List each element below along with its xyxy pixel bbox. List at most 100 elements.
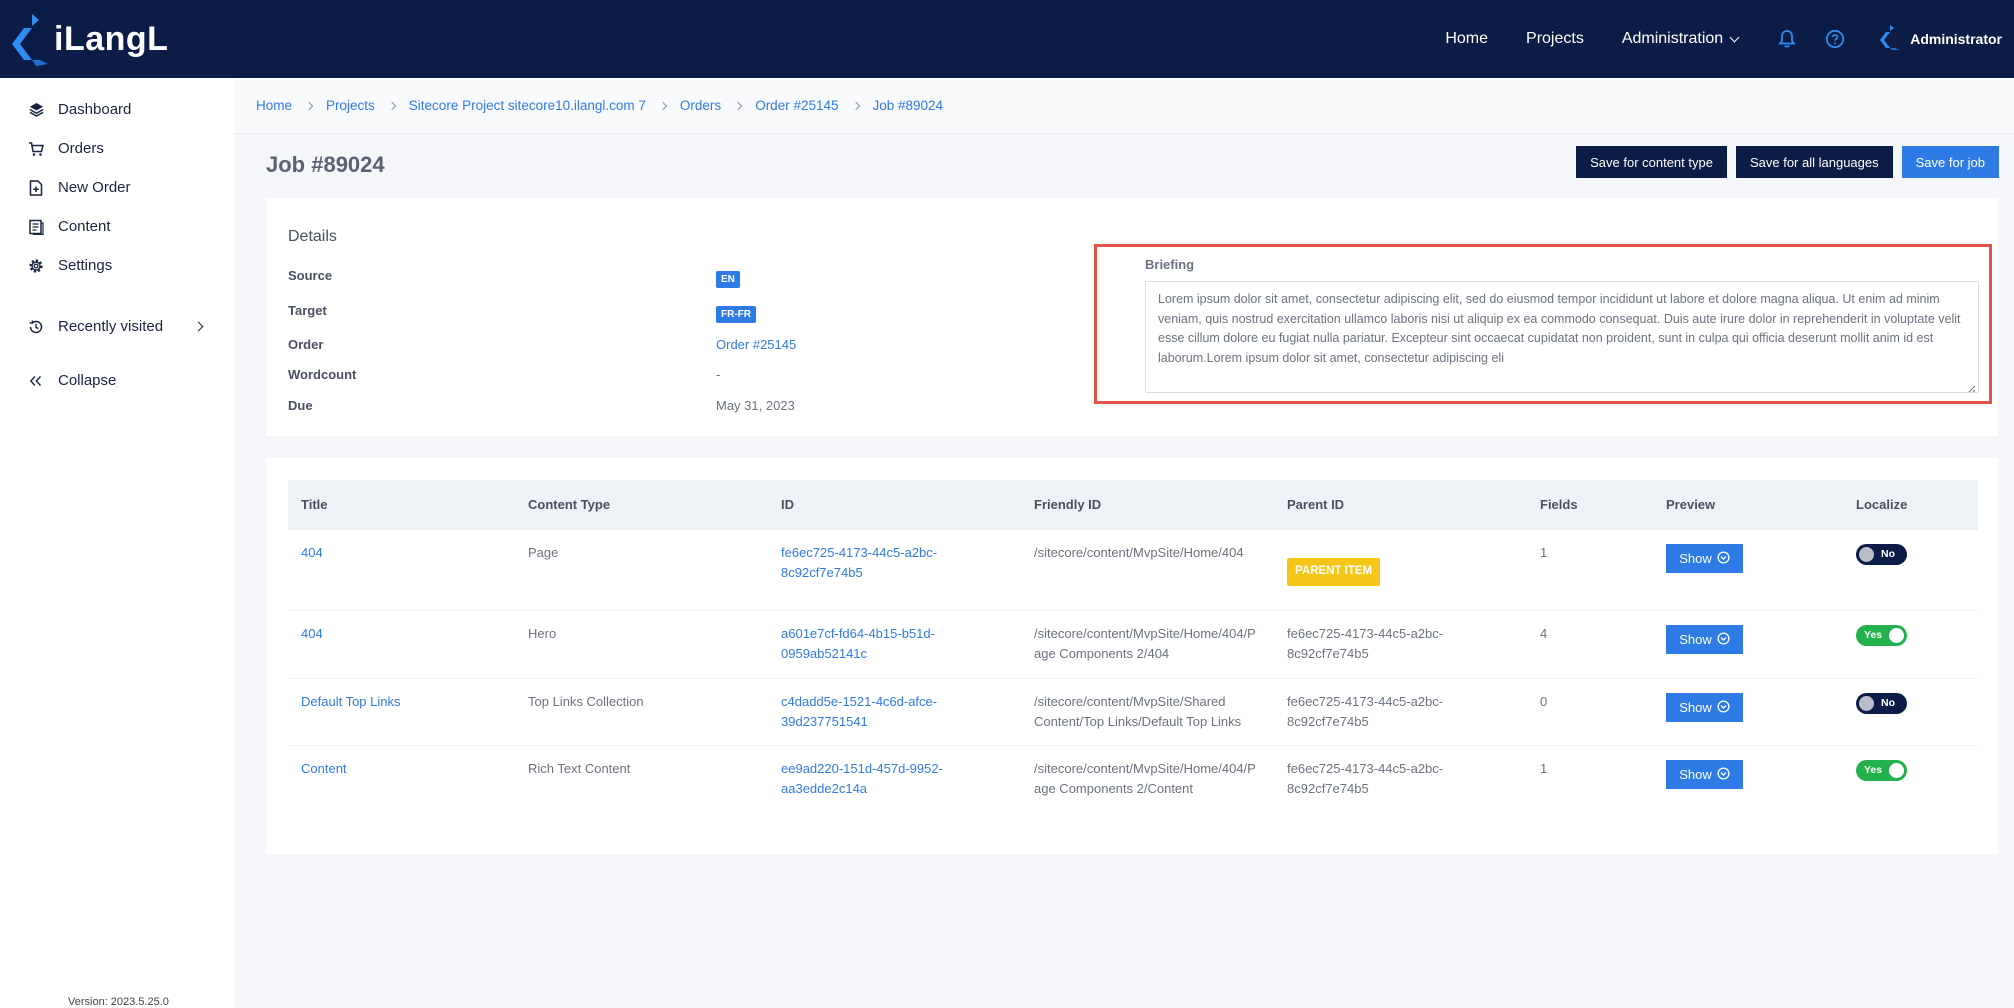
show-preview-button[interactable]: Show [1666, 693, 1743, 722]
due-label: Due [288, 398, 313, 413]
order-link[interactable]: Order #25145 [716, 337, 796, 352]
sidebar-collapse[interactable]: Collapse [0, 361, 234, 400]
row-friendly-id: /sitecore/content/MvpSite/Home/404/P age… [1034, 759, 1256, 798]
row-id-link[interactable]: c4dadd5e-1521-4c6d-afce- 39d237751541 [781, 692, 937, 731]
row-id-line2: aa3edde2c14a [781, 780, 868, 796]
help-icon[interactable] [1824, 28, 1846, 50]
row-title-link[interactable]: 404 [301, 624, 323, 644]
sidebar-item-settings[interactable]: Settings [0, 246, 234, 285]
breadcrumb-project[interactable]: Sitecore Project sitecore10.ilangl.com 7 [409, 98, 646, 113]
header-content-type[interactable]: Content Type [528, 497, 610, 512]
row-title-link[interactable]: 404 [301, 543, 323, 563]
header-friendly-id[interactable]: Friendly ID [1034, 497, 1101, 512]
toggle-label: Yes [1864, 764, 1883, 776]
save-for-content-type-button[interactable]: Save for content type [1576, 146, 1727, 178]
row-friendly-id: /sitecore/content/MvpSite/Home/404/P age… [1034, 624, 1256, 663]
logo[interactable]: iLangL [10, 12, 168, 66]
show-label: Show [1679, 700, 1712, 715]
save-for-all-languages-button[interactable]: Save for all languages [1735, 146, 1893, 178]
toggle-knob [1889, 628, 1904, 643]
header-localize: Localize [1856, 497, 1908, 512]
breadcrumb-home[interactable]: Home [256, 98, 292, 113]
row-friendly-id: /sitecore/content/MvpSite/Home/404 [1034, 545, 1244, 560]
user-avatar-icon [1878, 24, 1900, 55]
chevron-right-icon [193, 321, 204, 332]
show-label: Show [1679, 551, 1712, 566]
layers-icon [28, 102, 44, 118]
row-fields: 0 [1540, 694, 1548, 709]
details-card: Details Source EN Target FR-FR Order Ord… [266, 198, 1998, 436]
table-row: Default Top Links Top Links Collection c… [288, 679, 1978, 746]
localize-toggle[interactable]: No [1856, 544, 1907, 565]
history-icon [28, 319, 44, 335]
action-buttons: Save for content type Save for all langu… [1576, 146, 1999, 178]
sidebar-item-dashboard[interactable]: Dashboard [0, 90, 234, 129]
breadcrumb-projects[interactable]: Projects [326, 98, 375, 113]
chevron-right-icon [733, 101, 743, 110]
row-parent-id: fe6ec725-4173-44c5-a2bc- 8c92cf7e74b5 [1287, 692, 1443, 731]
row-parent-line2: 8c92cf7e74b5 [1287, 645, 1369, 661]
details-title: Details [288, 228, 337, 245]
nav-projects[interactable]: Projects [1526, 30, 1584, 48]
sidebar-item-content[interactable]: Content [0, 207, 234, 246]
row-content-type: Rich Text Content [528, 761, 631, 776]
target-label: Target [288, 303, 327, 318]
header-parent-id[interactable]: Parent ID [1287, 497, 1344, 512]
bell-icon[interactable] [1776, 28, 1798, 50]
row-title-link[interactable]: Content [301, 759, 347, 779]
chevron-right-icon [658, 101, 668, 110]
parent-item-badge-label: PARENT ITEM [1287, 558, 1381, 586]
parent-item-badge: PARENT ITEM [1287, 558, 1381, 586]
nav-home[interactable]: Home [1445, 30, 1488, 48]
save-for-job-button[interactable]: Save for job [1901, 146, 1999, 178]
breadcrumb-job[interactable]: Job #89024 [873, 98, 944, 113]
row-content-type: Top Links Collection [528, 694, 644, 709]
row-content-type: Hero [528, 626, 557, 641]
localize-toggle[interactable]: Yes [1856, 625, 1907, 646]
localize-toggle[interactable]: Yes [1856, 760, 1907, 781]
row-friendly-id: /sitecore/content/MvpSite/Shared Content… [1034, 692, 1241, 731]
wordcount-value: - [716, 367, 721, 382]
header-id[interactable]: ID [781, 497, 794, 512]
breadcrumb: Home Projects Sitecore Project sitecore1… [234, 78, 2014, 134]
header-fields[interactable]: Fields [1540, 497, 1578, 512]
header-title[interactable]: Title [301, 497, 328, 512]
briefing-textarea[interactable]: Lorem ipsum dolor sit amet, consectetur … [1145, 281, 1979, 393]
breadcrumb-order[interactable]: Order #25145 [755, 98, 838, 113]
row-id-link[interactable]: fe6ec725-4173-44c5-a2bc- 8c92cf7e74b5 [781, 543, 937, 582]
row-id-line2: 8c92cf7e74b5 [781, 564, 863, 580]
wordcount-label: Wordcount [288, 367, 357, 382]
nav-administration[interactable]: Administration [1621, 30, 1740, 48]
localize-toggle[interactable]: No [1856, 693, 1907, 714]
row-parent-line1: fe6ec725-4173-44c5-a2bc- [1287, 694, 1444, 709]
row-id-link[interactable]: ee9ad220-151d-457d-9952- aa3edde2c14a [781, 759, 943, 798]
sidebar-item-recently-visited[interactable]: Recently visited [0, 307, 234, 346]
breadcrumb-orders[interactable]: Orders [680, 98, 721, 113]
sidebar-item-label: New Order [58, 179, 131, 196]
order-label: Order [288, 337, 324, 352]
resize-handle-icon[interactable] [1967, 381, 1976, 392]
nav-administration-label: Administration [1621, 30, 1724, 47]
show-preview-button[interactable]: Show [1666, 544, 1743, 573]
content-icon [28, 219, 44, 235]
toggle-label: No [1881, 697, 1895, 709]
chevron-right-icon [387, 101, 397, 110]
show-preview-button[interactable]: Show [1666, 760, 1743, 789]
briefing-label: Briefing [1145, 257, 1195, 272]
sidebar-item-new-order[interactable]: New Order [0, 168, 234, 207]
user-menu[interactable]: Administrator [1878, 24, 2002, 55]
row-title-link[interactable]: Default Top Links [301, 692, 401, 712]
toggle-knob [1889, 763, 1904, 778]
sidebar-item-orders[interactable]: Orders [0, 129, 234, 168]
chevron-circle-down-icon [1717, 766, 1730, 783]
row-id-line1: ee9ad220-151d-457d-9952- [781, 761, 943, 776]
row-id-link[interactable]: a601e7cf-fd64-4b15-b51d- 0959ab52141c [781, 624, 935, 663]
sidebar-item-label: Recently visited [58, 318, 164, 335]
row-friendly-line2: Content/Top Links/Default Top Links [1034, 713, 1242, 729]
top-navbar: iLangL Home Projects Administration Admi… [0, 0, 2014, 78]
show-preview-button[interactable]: Show [1666, 625, 1743, 654]
row-id-line1: a601e7cf-fd64-4b15-b51d- [781, 626, 935, 641]
sidebar: Dashboard Orders New Order Content Setti… [0, 78, 234, 1008]
row-friendly-line1: /sitecore/content/MvpSite/Home/404/P [1034, 761, 1256, 776]
row-id-line2: 0959ab52141c [781, 645, 868, 661]
